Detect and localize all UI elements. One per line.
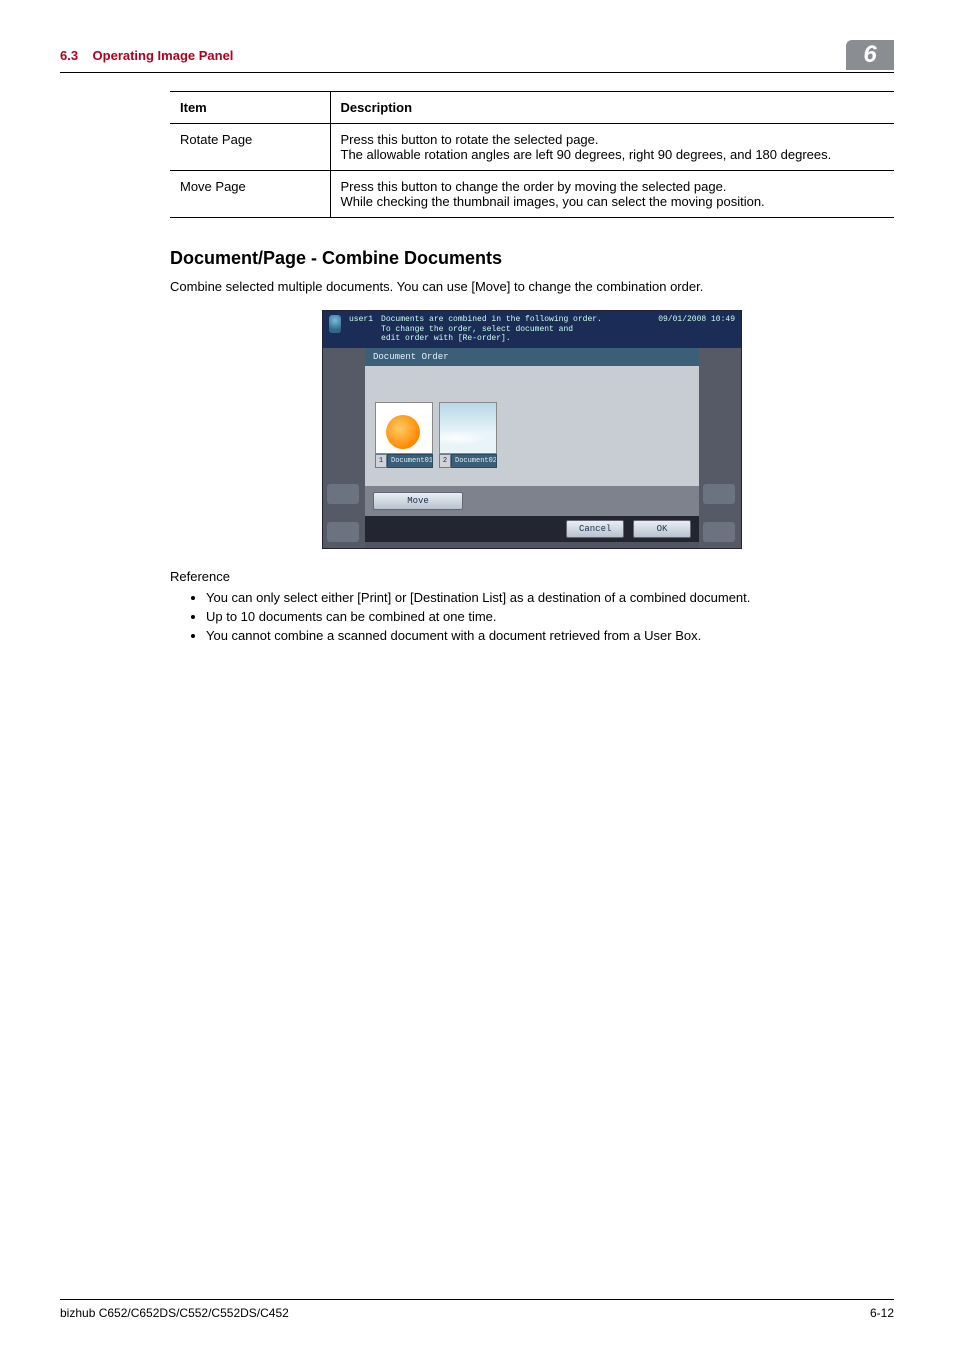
desc-cell: Press this button to change the order by… bbox=[330, 171, 894, 218]
page-header: 6.3 Operating Image Panel 6 bbox=[60, 40, 894, 73]
thumb-image bbox=[375, 402, 433, 454]
move-button[interactable]: Move bbox=[373, 492, 463, 510]
thumb-name: Document02 bbox=[451, 454, 497, 468]
sim-side-icon[interactable] bbox=[327, 484, 359, 504]
sim-side-icon[interactable] bbox=[703, 522, 735, 542]
header-section: 6.3 Operating Image Panel bbox=[60, 48, 233, 63]
ok-button[interactable]: OK bbox=[633, 520, 691, 538]
sim-msg-line: edit order with [Re-order]. bbox=[381, 334, 650, 344]
sim-left-panel bbox=[323, 348, 365, 548]
subsection-title: Document/Page - Combine Documents bbox=[170, 248, 894, 269]
sim-right-panel bbox=[699, 348, 741, 548]
sim-header: user1 Documents are combined in the foll… bbox=[323, 311, 741, 348]
sim-side-icon[interactable] bbox=[703, 484, 735, 504]
device-screenshot: user1 Documents are combined in the foll… bbox=[322, 310, 742, 549]
sim-side-icon[interactable] bbox=[327, 522, 359, 542]
sim-user: user1 bbox=[349, 315, 373, 324]
section-number: 6.3 bbox=[60, 48, 78, 63]
thumb-name: Document01 bbox=[387, 454, 433, 468]
user-icon bbox=[329, 315, 341, 333]
footer-page: 6-12 bbox=[870, 1306, 894, 1320]
reference-item: You can only select either [Print] or [D… bbox=[206, 590, 894, 605]
sim-message: Documents are combined in the following … bbox=[381, 315, 650, 344]
sim-msg-line: To change the order, select document and bbox=[381, 325, 650, 335]
thumb-number: 2 bbox=[439, 454, 451, 468]
subsection-intro: Combine selected multiple documents. You… bbox=[170, 279, 894, 294]
item-cell: Rotate Page bbox=[170, 124, 330, 171]
section-title: Operating Image Panel bbox=[93, 48, 234, 63]
sim-thumb-area: 1 Document01 2 Document02 bbox=[365, 366, 699, 486]
reference-item: Up to 10 documents can be combined at on… bbox=[206, 609, 894, 624]
reference-heading: Reference bbox=[170, 569, 894, 584]
table-row: Move Page Press this button to change th… bbox=[170, 171, 894, 218]
sim-timestamp: 09/01/2008 10:49 bbox=[658, 315, 735, 324]
sim-move-row: Move bbox=[365, 486, 699, 516]
item-cell: Move Page bbox=[170, 171, 330, 218]
footer-model: bizhub C652/C652DS/C552/C552DS/C452 bbox=[60, 1306, 289, 1320]
chapter-badge: 6 bbox=[846, 40, 894, 70]
desc-cell: Press this button to rotate the selected… bbox=[330, 124, 894, 171]
sim-thumb[interactable]: 1 Document01 bbox=[375, 402, 433, 468]
reference-list: You can only select either [Print] or [D… bbox=[170, 590, 894, 643]
sim-msg-line: Documents are combined in the following … bbox=[381, 315, 650, 325]
sim-tab-document-order[interactable]: Document Order bbox=[365, 348, 699, 366]
sim-thumb[interactable]: 2 Document02 bbox=[439, 402, 497, 468]
reference-item: You cannot combine a scanned document wi… bbox=[206, 628, 894, 643]
thumb-number: 1 bbox=[375, 454, 387, 468]
cancel-button[interactable]: Cancel bbox=[566, 520, 624, 538]
col-item: Item bbox=[170, 92, 330, 124]
table-row: Rotate Page Press this button to rotate … bbox=[170, 124, 894, 171]
col-description: Description bbox=[330, 92, 894, 124]
sim-bottom-bar: Cancel OK bbox=[365, 516, 699, 542]
definitions-table: Item Description Rotate Page Press this … bbox=[170, 91, 894, 218]
thumb-image bbox=[439, 402, 497, 454]
page-footer: bizhub C652/C652DS/C552/C552DS/C452 6-12 bbox=[60, 1299, 894, 1320]
